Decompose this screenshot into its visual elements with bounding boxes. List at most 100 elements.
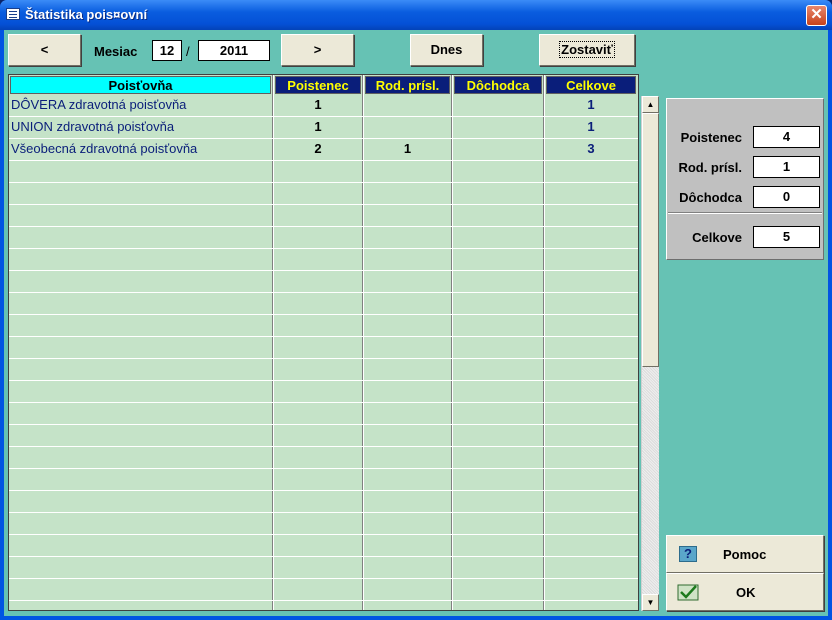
next-month-button[interactable]: > — [281, 34, 354, 66]
cell-rod — [365, 447, 450, 468]
table-row[interactable] — [9, 513, 638, 535]
cell-doch — [454, 315, 542, 336]
window-title: Štatistika pois¤ovní — [25, 7, 148, 22]
table-row[interactable] — [9, 249, 638, 271]
table-row[interactable] — [9, 337, 638, 359]
cell-doch — [454, 183, 542, 204]
cell-doch — [454, 469, 542, 490]
cell-rod: 1 — [403, 141, 412, 156]
table-row[interactable] — [9, 491, 638, 513]
table-row[interactable] — [9, 271, 638, 293]
cell-celk — [546, 447, 636, 468]
cell-poistenec — [275, 469, 361, 490]
cell-poistenec — [275, 271, 361, 292]
cell-insurer: DÔVERA zdravotná poisťovňa — [11, 97, 187, 112]
scroll-thumb[interactable] — [642, 113, 659, 367]
cell-poistenec — [275, 183, 361, 204]
cell-doch — [454, 513, 542, 534]
table-row[interactable] — [9, 183, 638, 205]
prev-month-button[interactable]: < — [8, 34, 81, 66]
col-header-poistenec[interactable]: Poistenec — [275, 76, 361, 94]
cell-poistenec — [275, 161, 361, 182]
table-row[interactable] — [9, 403, 638, 425]
cell-celk — [546, 359, 636, 380]
col-header-insurer[interactable]: Poisťovňa — [10, 76, 271, 94]
table-row[interactable]: Všeobecná zdravotná poisťovňa 2 1 3 — [9, 139, 638, 161]
table-row[interactable] — [9, 227, 638, 249]
summary-poistenec-value: 4 — [753, 126, 820, 148]
cell-celk: 1 — [587, 119, 595, 134]
table-row[interactable] — [9, 315, 638, 337]
col-header-dochodca[interactable]: Dôchodca — [454, 76, 542, 94]
cell-rod — [365, 271, 450, 292]
cell-poistenec: 1 — [314, 119, 322, 134]
month-label: Mesiac — [94, 44, 138, 59]
cell-poistenec — [275, 579, 361, 600]
table-row[interactable] — [9, 557, 638, 579]
table-row[interactable] — [9, 579, 638, 601]
scroll-track[interactable] — [642, 367, 659, 594]
table-row[interactable] — [9, 425, 638, 447]
cell-insurer — [9, 469, 272, 490]
month-field[interactable]: 12 — [152, 40, 182, 61]
cell-insurer — [9, 535, 272, 556]
cell-doch — [454, 557, 542, 578]
cell-poistenec — [275, 513, 361, 534]
today-button[interactable]: Dnes — [410, 34, 483, 66]
help-button[interactable]: ? Pomoc — [666, 535, 824, 573]
cell-doch — [454, 381, 542, 402]
table-row[interactable]: DÔVERA zdravotná poisťovňa 1 1 — [9, 95, 638, 117]
checkmark-icon — [677, 584, 699, 601]
title-bar[interactable]: Štatistika pois¤ovní ✕ — [0, 0, 832, 30]
col-header-celkove[interactable]: Celkove — [546, 76, 636, 94]
year-field[interactable]: 2011 — [198, 40, 270, 61]
cell-rod — [365, 337, 450, 358]
cell-rod — [365, 117, 450, 138]
cell-doch — [454, 227, 542, 248]
cell-doch — [454, 425, 542, 446]
cell-insurer: UNION zdravotná poisťovňa — [11, 119, 175, 134]
table-row[interactable] — [9, 535, 638, 557]
cell-poistenec — [275, 227, 361, 248]
build-button[interactable]: Zostaviť — [539, 34, 635, 66]
summary-poistenec-label: Poistenec — [680, 130, 742, 145]
table-row[interactable] — [9, 205, 638, 227]
scroll-up-button[interactable]: ▲ — [642, 96, 659, 113]
cell-doch — [454, 535, 542, 556]
col-header-rod[interactable]: Rod. prísl. — [365, 76, 450, 94]
cell-doch — [454, 271, 542, 292]
cell-celk — [546, 249, 636, 270]
window-icon — [6, 8, 20, 20]
cell-rod — [365, 469, 450, 490]
cell-celk — [546, 381, 636, 402]
cell-insurer — [9, 381, 272, 402]
cell-doch — [454, 293, 542, 314]
close-button[interactable]: ✕ — [806, 5, 827, 26]
ok-button[interactable]: OK — [666, 573, 824, 611]
cell-celk — [546, 161, 636, 182]
cell-rod — [365, 249, 450, 270]
table-row[interactable] — [9, 469, 638, 491]
table-row[interactable] — [9, 359, 638, 381]
cell-insurer: Všeobecná zdravotná poisťovňa — [11, 141, 198, 156]
cell-doch — [454, 95, 542, 116]
cell-doch — [454, 359, 542, 380]
cell-rod — [365, 315, 450, 336]
scroll-down-button[interactable]: ▼ — [642, 594, 659, 611]
cell-insurer — [9, 447, 272, 468]
table-row[interactable] — [9, 161, 638, 183]
cell-insurer — [9, 205, 272, 226]
table-row[interactable] — [9, 381, 638, 403]
cell-celk — [546, 205, 636, 226]
table-row[interactable] — [9, 293, 638, 315]
cell-celk — [546, 535, 636, 556]
table-row[interactable] — [9, 447, 638, 469]
cell-insurer — [9, 579, 272, 600]
cell-poistenec — [275, 381, 361, 402]
table-row[interactable]: UNION zdravotná poisťovňa 1 1 — [9, 117, 638, 139]
cell-celk — [546, 513, 636, 534]
summary-rod-label: Rod. prísl. — [678, 160, 742, 175]
cell-celk — [546, 293, 636, 314]
cell-insurer — [9, 293, 272, 314]
table-scrollbar[interactable]: ▲ ▼ — [641, 96, 659, 611]
